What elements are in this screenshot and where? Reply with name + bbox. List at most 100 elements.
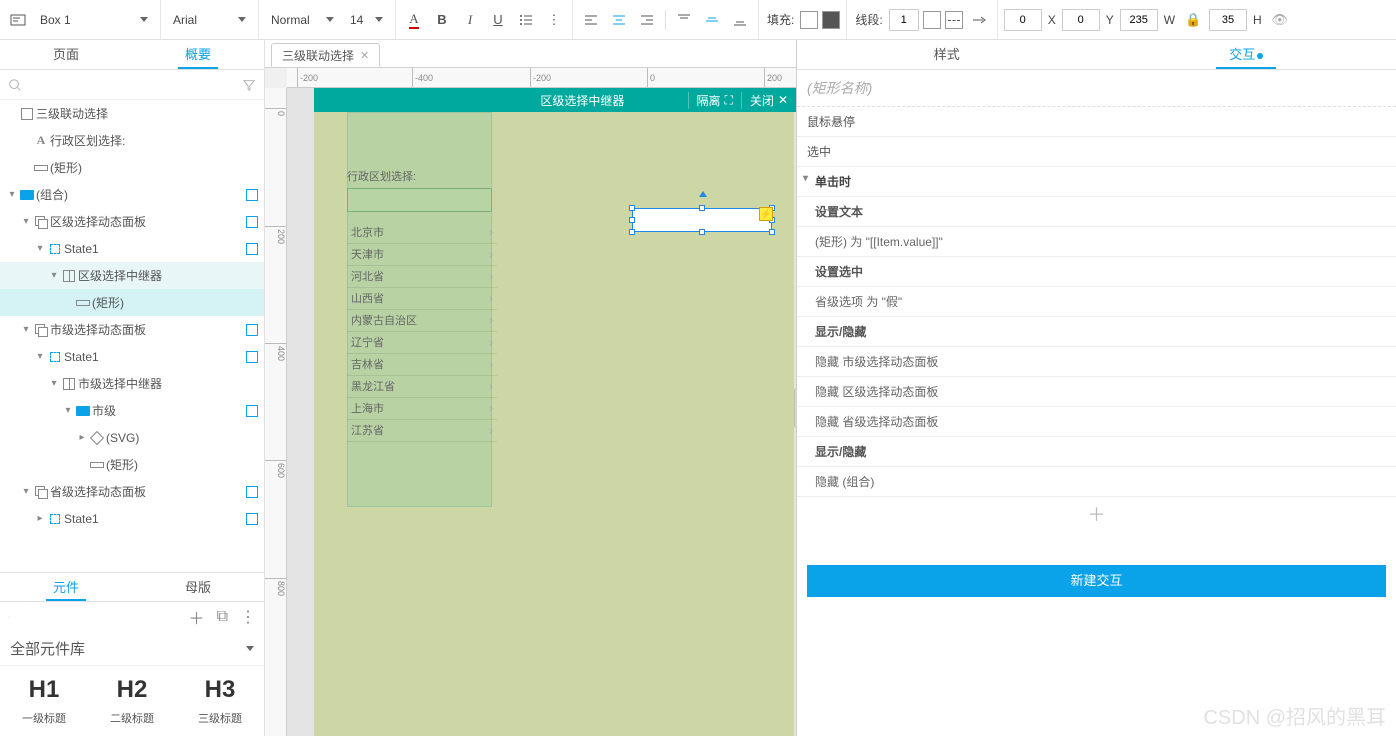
province-item[interactable]: 山西省› (347, 288, 497, 310)
widget-search-input[interactable] (22, 610, 177, 624)
outline-node[interactable]: 区级选择中继器 (0, 262, 264, 289)
tab-widgets[interactable]: 元件 (0, 573, 132, 601)
province-item[interactable]: 黑龙江省› (347, 376, 497, 398)
valign-middle-button[interactable] (700, 8, 724, 32)
line-dash-swatch[interactable] (945, 11, 963, 29)
resize-handle[interactable] (629, 217, 635, 223)
interaction-row[interactable]: 选中 (797, 137, 1396, 167)
outline-node[interactable]: (矩形) (0, 289, 264, 316)
resize-handle[interactable] (699, 205, 705, 211)
province-item[interactable]: 上海市› (347, 398, 497, 420)
canvas[interactable]: 区级选择动态面板: State1 » 区级选择中继器 隔离 ⛶ 关闭 ✕ 行政区… (287, 88, 796, 736)
h-input[interactable] (1209, 9, 1247, 31)
resize-handle[interactable] (629, 205, 635, 211)
outline-node[interactable]: (SVG) (0, 424, 264, 451)
bullets-button[interactable] (514, 8, 538, 32)
interaction-row[interactable]: 鼠标悬停 (797, 107, 1396, 137)
library-menu-icon[interactable]: ⋮ (240, 607, 256, 627)
new-interaction-button[interactable]: 新建交互 (807, 565, 1386, 597)
interaction-row[interactable]: (矩形) 为 "[[Item.value]]" (797, 227, 1396, 257)
valign-bottom-button[interactable] (728, 8, 752, 32)
isolate-button[interactable]: 隔离 ⛶ (688, 92, 741, 109)
resize-handle[interactable] (769, 229, 775, 235)
library-options-icon[interactable]: ⧉ (217, 608, 228, 626)
outline-node[interactable]: 区级选择动态面板 (0, 208, 264, 235)
interaction-row[interactable]: 隐藏 市级选择动态面板 (797, 347, 1396, 377)
outline-node[interactable]: A行政区划选择: (0, 127, 264, 154)
interaction-row[interactable]: 单击时 (797, 167, 1396, 197)
resize-handle[interactable] (699, 229, 705, 235)
outline-node[interactable]: (矩形) (0, 451, 264, 478)
outline-node[interactable]: State1 (0, 235, 264, 262)
outline-node[interactable]: 省级选择动态面板 (0, 478, 264, 505)
resize-handle[interactable] (629, 229, 635, 235)
province-item[interactable]: 河北省› (347, 266, 497, 288)
province-item[interactable]: 北京市› (347, 222, 497, 244)
y-input[interactable] (1062, 9, 1100, 31)
align-right-button[interactable] (635, 8, 659, 32)
widget-library-name[interactable]: 全部元件库 (10, 638, 85, 659)
x-input[interactable] (1004, 9, 1042, 31)
interaction-row[interactable]: 显示/隐藏 (797, 317, 1396, 347)
outline-node[interactable]: State1 (0, 505, 264, 532)
interaction-row[interactable]: 显示/隐藏 (797, 437, 1396, 467)
widget-item[interactable]: H2二级标题 (88, 676, 176, 726)
interaction-row[interactable]: 设置选中 (797, 257, 1396, 287)
outline-node[interactable]: (矩形) (0, 154, 264, 181)
breadcrumb-repeater[interactable]: 区级选择中继器 (477, 92, 687, 109)
shape-type-dropdown[interactable]: Box 1 (34, 13, 154, 27)
lock-aspect-icon[interactable]: 🔒 (1181, 8, 1205, 32)
panel-splitter[interactable] (794, 388, 796, 428)
outline-search-input[interactable] (30, 78, 234, 92)
widget-item[interactable]: H3三级标题 (176, 676, 264, 726)
w-input[interactable] (1120, 9, 1158, 31)
province-input[interactable] (347, 188, 492, 212)
interaction-row[interactable]: 设置文本 (797, 197, 1396, 227)
arrow-style-button[interactable] (967, 8, 991, 32)
widget-item[interactable]: H1一级标题 (0, 676, 88, 726)
province-item[interactable]: 吉林省› (347, 354, 497, 376)
tab-masters[interactable]: 母版 (132, 573, 264, 601)
visibility-icon[interactable]: 👁 (1268, 8, 1292, 32)
province-item[interactable]: 江苏省› (347, 420, 497, 442)
interaction-row[interactable]: 隐藏 省级选择动态面板 (797, 407, 1396, 437)
shape-picker-icon[interactable] (6, 8, 30, 32)
font-weight-dropdown[interactable]: Normal (265, 13, 340, 27)
tab-interactions[interactable]: 交互 (1097, 40, 1396, 69)
interaction-row[interactable]: 省级选项 为 "假" (797, 287, 1396, 317)
line-width-input[interactable] (889, 9, 919, 31)
tab-outline[interactable]: 概要 (132, 40, 264, 69)
font-family-dropdown[interactable]: Arial (167, 13, 252, 27)
selected-shape[interactable]: ⚡ (632, 208, 772, 232)
font-size-dropdown[interactable]: 14 (344, 13, 389, 27)
province-item[interactable]: 天津市› (347, 244, 497, 266)
italic-button[interactable]: I (458, 8, 482, 32)
filter-icon[interactable] (242, 78, 256, 92)
align-center-button[interactable] (607, 8, 631, 32)
outline-node[interactable]: 市级 (0, 397, 264, 424)
interaction-row[interactable]: 隐藏 区级选择动态面板 (797, 377, 1396, 407)
interaction-badge-icon[interactable]: ⚡ (759, 207, 773, 221)
outline-node[interactable]: 市级选择动态面板 (0, 316, 264, 343)
rotate-handle[interactable] (699, 191, 707, 197)
outline-node[interactable]: 市级选择中继器 (0, 370, 264, 397)
province-item[interactable]: 辽宁省› (347, 332, 497, 354)
bold-button[interactable]: B (430, 8, 454, 32)
line-color-swatch[interactable] (923, 11, 941, 29)
province-item[interactable]: 内蒙古自治区› (347, 310, 497, 332)
more-text-button[interactable]: ⋮ (542, 8, 566, 32)
interaction-row[interactable]: 隐藏 (组合) (797, 467, 1396, 497)
add-interaction-icon[interactable]: ＋ (797, 497, 1396, 531)
fill-none-swatch[interactable] (800, 11, 818, 29)
outline-node[interactable]: 三级联动选择 (0, 100, 264, 127)
add-library-icon[interactable]: ＋ (189, 605, 205, 629)
tab-style[interactable]: 样式 (797, 40, 1097, 69)
underline-button[interactable]: U (486, 8, 510, 32)
valign-top-button[interactable] (672, 8, 696, 32)
font-color-button[interactable]: A (402, 8, 426, 32)
outline-node[interactable]: (组合) (0, 181, 264, 208)
tab-pages[interactable]: 页面 (0, 40, 132, 69)
align-left-button[interactable] (579, 8, 603, 32)
outline-node[interactable]: State1 (0, 343, 264, 370)
close-state-button[interactable]: 关闭 ✕ (741, 92, 796, 109)
